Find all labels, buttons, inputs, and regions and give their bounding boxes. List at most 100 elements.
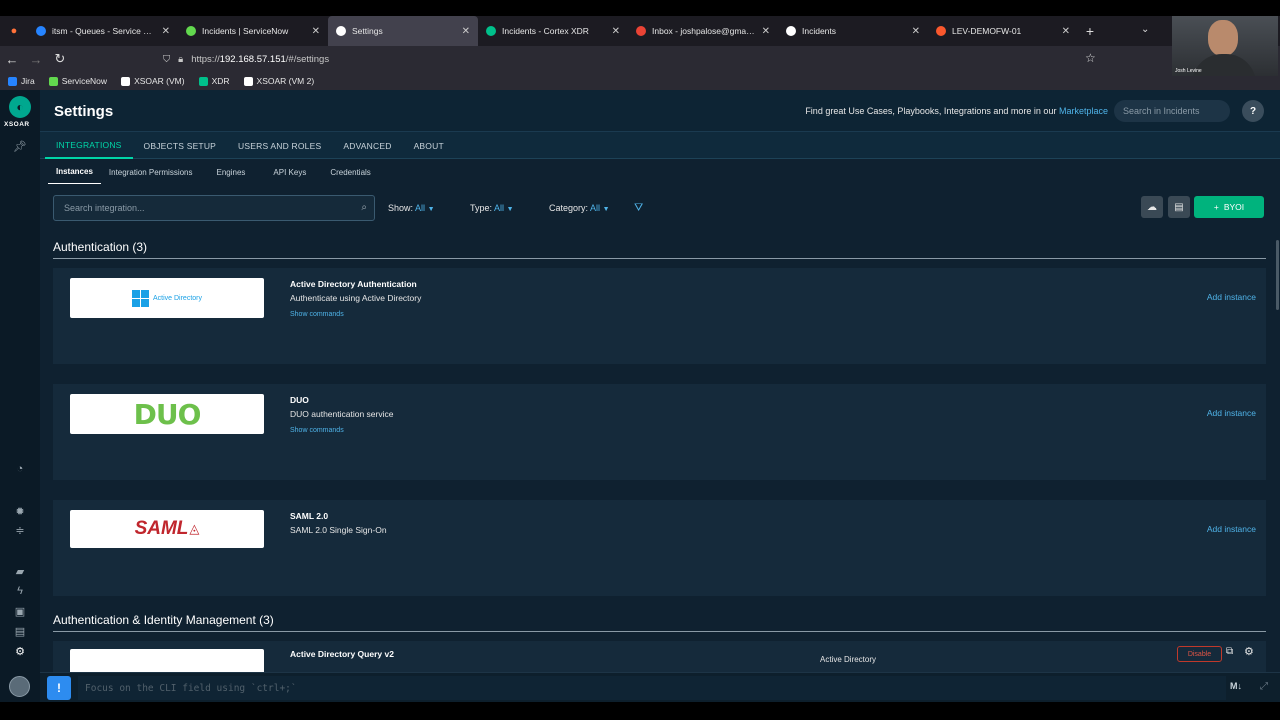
app-sidebar: ◐ XSOAR 📌︎ ◔ ✹ ≑ ▰ ϟ ▣ ▤ ⚙	[0, 90, 40, 720]
threat-intel-icon[interactable]: ▤	[12, 625, 28, 641]
xsoar-logo-icon[interactable]: ◐	[9, 96, 31, 118]
url-text: https://192.168.57.151/#/settings	[191, 54, 329, 65]
tab-title: Incidents	[802, 26, 837, 36]
category-filter[interactable]: Category: All ▼	[549, 203, 610, 213]
integration-name: SAML 2.0	[290, 511, 329, 521]
settings-gear-icon[interactable]: ⚙	[12, 645, 28, 661]
bookmark-item[interactable]: XSOAR (VM)	[121, 76, 185, 86]
jobs-icon[interactable]: ≑	[12, 524, 28, 540]
integration-description: DUO authentication service	[290, 409, 394, 419]
reload-icon[interactable]: ↻	[48, 51, 72, 67]
close-icon[interactable]: ✕	[1062, 26, 1070, 37]
tab-objects-setup[interactable]: OBJECTS SETUP	[133, 132, 228, 159]
browser-tab[interactable]: Inbox - joshpalose@gmail.com ✕	[628, 16, 778, 46]
reports-icon[interactable]: ▰	[12, 565, 28, 581]
browser-tab[interactable]: Incidents ✕	[778, 16, 928, 46]
integration-search-placeholder: Search integration...	[64, 203, 145, 213]
show-filter[interactable]: Show: All ▼	[388, 203, 435, 213]
integration-card: DUO DUO DUO authentication service Show …	[53, 384, 1266, 480]
bookmark-item[interactable]: XSOAR (VM 2)	[243, 76, 314, 86]
logo-text: XSOAR	[4, 121, 30, 128]
logo-label: SAML	[134, 518, 189, 539]
show-commands-link[interactable]: Show commands	[290, 311, 344, 318]
global-search-placeholder: Search in Incidents	[1123, 106, 1200, 116]
upload-cloud-button[interactable]: ☁	[1141, 196, 1163, 218]
cli-action-button[interactable]: !	[47, 676, 71, 700]
tab-advanced[interactable]: ADVANCED	[332, 132, 402, 159]
tab-integrations[interactable]: INTEGRATIONS	[45, 132, 133, 159]
address-bar[interactable]: ⛉ 🔒︎ https://192.168.57.151/#/settings	[155, 49, 1105, 69]
expand-icon[interactable]: ⤢	[1260, 681, 1268, 692]
integration-search-input[interactable]: Search integration... ⌕	[53, 195, 375, 221]
copy-icon[interactable]: ⧉	[1226, 646, 1233, 657]
browser-tab[interactable]: LEV-DEMOFW-01 ✕	[928, 16, 1078, 46]
settings-main-tabs: INTEGRATIONS OBJECTS SETUP USERS AND ROL…	[40, 132, 1280, 159]
help-icon: ?	[1249, 105, 1257, 117]
subtab-engines[interactable]: Engines	[209, 160, 254, 184]
gear-icon[interactable]: ⚙	[1244, 645, 1254, 658]
tab-users-and-roles[interactable]: USERS AND ROLES	[227, 132, 332, 159]
close-icon[interactable]: ✕	[912, 26, 920, 37]
disable-button[interactable]: Disable	[1177, 646, 1222, 662]
subtab-integration-permissions[interactable]: Integration Permissions	[101, 160, 201, 184]
close-icon[interactable]: ✕	[612, 26, 620, 37]
export-button[interactable]: ▤	[1168, 196, 1190, 218]
close-icon[interactable]: ✕	[162, 26, 170, 37]
screen-bottom-border	[0, 702, 1280, 720]
type-filter[interactable]: Type: All ▼	[470, 203, 514, 213]
integration-card: Active Directory Active Directory Authen…	[53, 268, 1266, 364]
xsoar-app: ◐ XSOAR 📌︎ ◔ ✹ ≑ ▰ ϟ ▣ ▤ ⚙ Settings Find…	[0, 90, 1280, 720]
close-icon[interactable]: ✕	[762, 26, 770, 37]
add-instance-link[interactable]: Add instance	[1207, 524, 1256, 534]
filter-funnel-icon[interactable]: ⛛	[634, 202, 643, 215]
markdown-toggle[interactable]: M↓	[1230, 681, 1242, 691]
add-instance-link[interactable]: Add instance	[1207, 408, 1256, 418]
close-icon[interactable]: ✕	[312, 26, 320, 37]
tab-about[interactable]: ABOUT	[403, 132, 455, 159]
scrollbar-thumb[interactable]	[1276, 240, 1279, 310]
bookmark-item[interactable]: Jira	[8, 76, 35, 86]
subtab-api-keys[interactable]: API Keys	[265, 160, 314, 184]
browser-tab[interactable]: itsm - Queues - Service project ✕	[28, 16, 178, 46]
tab-favicon-icon	[786, 26, 796, 36]
search-icon[interactable]: ⌕	[361, 202, 367, 213]
bookmark-star-icon[interactable]: ☆	[1085, 51, 1096, 65]
close-icon[interactable]: ✕	[462, 26, 470, 37]
forward-arrow-icon[interactable]: →	[24, 52, 48, 67]
logo-label: DUO	[133, 397, 202, 431]
browser-tab-active[interactable]: Settings ✕	[328, 16, 478, 46]
back-arrow-icon[interactable]: ←	[0, 52, 24, 67]
show-commands-link[interactable]: Show commands	[290, 427, 344, 434]
new-tab-button[interactable]: +	[1078, 23, 1102, 39]
byoi-button[interactable]: + BYOI	[1194, 196, 1264, 218]
browser-tab[interactable]: Incidents | ServiceNow ✕	[178, 16, 328, 46]
windows-logo-icon	[131, 289, 149, 307]
subtab-credentials[interactable]: Credentials	[322, 160, 378, 184]
tab-title: Settings	[352, 26, 383, 36]
dashboard-icon[interactable]: ◔	[12, 463, 28, 479]
integration-description: SAML 2.0 Single Sign-On	[290, 525, 387, 535]
chevron-down-icon[interactable]: ⌄	[1141, 24, 1149, 35]
incidents-icon[interactable]: ✹	[12, 505, 28, 521]
bookmark-item[interactable]: ServiceNow	[48, 76, 108, 86]
exclamation-icon: !	[57, 681, 61, 695]
playbooks-icon[interactable]: ϟ	[12, 585, 28, 601]
user-avatar-icon[interactable]	[9, 676, 30, 697]
caret-down-icon: ▼	[427, 206, 435, 213]
screen-top-border	[0, 0, 1280, 16]
help-button[interactable]: ?	[1242, 100, 1264, 122]
marketplace-icon[interactable]: ▣	[12, 605, 28, 621]
webcam-person	[1208, 20, 1238, 56]
cli-bar: ! Focus on the CLI field using `ctrl+;` …	[40, 672, 1280, 702]
cli-input[interactable]: Focus on the CLI field using `ctrl+;`	[78, 676, 1226, 700]
global-search-input[interactable]: Search in Incidents	[1114, 100, 1230, 122]
browser-tab[interactable]: Incidents - Cortex XDR ✕	[478, 16, 628, 46]
add-instance-link[interactable]: Add instance	[1207, 292, 1256, 302]
bookmark-label: Jira	[21, 76, 35, 86]
subtab-instances[interactable]: Instances	[48, 160, 101, 184]
tab-favicon-icon	[486, 26, 496, 36]
bookmark-item[interactable]: XDR	[198, 76, 230, 86]
marketplace-link[interactable]: Marketplace	[1059, 106, 1108, 116]
bookmark-label: ServiceNow	[61, 76, 108, 86]
pin-icon[interactable]: 📌︎	[12, 140, 28, 156]
